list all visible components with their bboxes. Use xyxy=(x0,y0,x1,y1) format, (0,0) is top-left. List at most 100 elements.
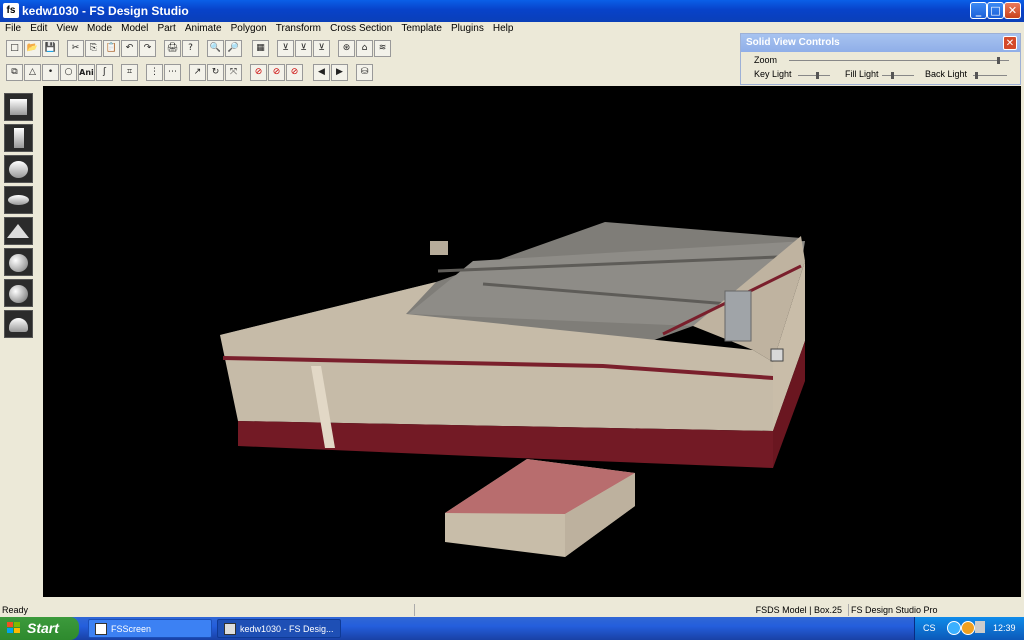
zoom-out-icon[interactable]: 🔎 xyxy=(225,40,242,57)
point-icon[interactable]: • xyxy=(42,64,59,81)
start-button[interactable]: Start xyxy=(0,617,79,640)
no-x-icon[interactable]: ⊘ xyxy=(250,64,267,81)
chimney xyxy=(430,241,448,255)
menu-model[interactable]: Model xyxy=(120,22,149,36)
zoom-slider-thumb[interactable] xyxy=(997,57,1000,64)
key-light-slider-thumb[interactable] xyxy=(816,72,820,79)
undo-icon[interactable]: ↶ xyxy=(121,40,138,57)
3d-viewport[interactable] xyxy=(43,86,1021,597)
task-fsscreen[interactable]: FSScreen xyxy=(88,619,212,638)
menu-animate[interactable]: Animate xyxy=(184,22,223,36)
menu-plugins[interactable]: Plugins xyxy=(450,22,485,36)
solid-view-controls-title: Solid View Controls xyxy=(746,37,840,48)
network-icon[interactable] xyxy=(947,621,961,635)
back-light-label: Back Light xyxy=(925,69,968,79)
menu-template[interactable]: Template xyxy=(400,22,443,36)
cube-tool[interactable] xyxy=(4,93,33,121)
help-icon[interactable]: ? xyxy=(182,40,199,57)
print-icon[interactable]: 🖨 xyxy=(164,40,181,57)
menu-part[interactable]: Part xyxy=(156,22,176,36)
fill-light-slider[interactable] xyxy=(882,75,914,76)
menu-view[interactable]: View xyxy=(55,22,79,36)
geosphere2-tool[interactable] xyxy=(4,279,33,307)
integral-icon[interactable]: ʃ xyxy=(96,64,113,81)
app-icon: fs xyxy=(3,3,19,18)
close-button[interactable]: ✕ xyxy=(1004,2,1021,19)
no-z-icon[interactable]: ⊘ xyxy=(286,64,303,81)
rooftop-unit xyxy=(724,290,752,342)
axis-x-icon[interactable]: ⊻ xyxy=(277,40,294,57)
app-icon xyxy=(224,623,236,635)
rotate-icon[interactable]: ↻ xyxy=(207,64,224,81)
fill-light-label: Fill Light xyxy=(845,69,879,79)
next-icon[interactable]: ▶ xyxy=(331,64,348,81)
dotted-select-icon[interactable]: ⋮ xyxy=(146,64,163,81)
zoom-slider[interactable] xyxy=(789,60,1009,61)
copy-icon[interactable]: ⎘ xyxy=(85,40,102,57)
security-icon[interactable] xyxy=(961,621,975,635)
minimize-button[interactable]: _ xyxy=(970,2,987,19)
new-icon[interactable]: □ xyxy=(6,40,23,57)
zoom-label: Zoom xyxy=(754,55,778,65)
back-light-slider-thumb[interactable] xyxy=(975,72,979,79)
axis-y-icon[interactable]: ⊻ xyxy=(295,40,312,57)
solid-view-controls-header[interactable]: Solid View Controls ✕ xyxy=(741,34,1020,52)
ruler-icon[interactable]: ⋯ xyxy=(164,64,181,81)
fill-light-slider-thumb[interactable] xyxy=(890,72,894,79)
menu-polygon[interactable]: Polygon xyxy=(230,22,268,36)
key-light-label: Key Light xyxy=(754,69,792,79)
dome-tool[interactable] xyxy=(4,310,33,338)
axis-z-icon[interactable]: ⊻ xyxy=(313,40,330,57)
previous-icon[interactable]: ◀ xyxy=(313,64,330,81)
menu-mode[interactable]: Mode xyxy=(86,22,113,36)
redo-icon[interactable]: ↷ xyxy=(139,40,156,57)
maximize-button[interactable]: □ xyxy=(987,2,1004,19)
close-icon[interactable]: ✕ xyxy=(1003,36,1017,50)
move-icon[interactable]: ↗ xyxy=(189,64,206,81)
pyramid-tool[interactable] xyxy=(4,217,33,245)
task-label: FSScreen xyxy=(111,624,152,634)
pyramid-icon xyxy=(7,224,29,238)
tray-cs: CS xyxy=(923,623,936,633)
numbering-icon[interactable]: ⌗ xyxy=(121,64,138,81)
cylinder-tool[interactable] xyxy=(4,124,33,152)
status-model: FSDS Model | Box.25 xyxy=(414,604,846,616)
edit-toolbar: ⧉ △ • ○ Ani ʃ ⌗ ⋮ ⋯ ↗ ↻ ⤧ ⊘ ⊘ ⊘ ◀ ▶ ⛁ xyxy=(4,63,376,83)
menu-transform[interactable]: Transform xyxy=(275,22,322,36)
system-tray: CS 12:39 xyxy=(914,617,1024,640)
animate-icon[interactable]: Ani xyxy=(78,64,95,81)
cut-icon[interactable]: ✂ xyxy=(67,40,84,57)
menu-edit[interactable]: Edit xyxy=(29,22,48,36)
binoculars-icon[interactable]: ⛁ xyxy=(356,64,373,81)
circle-icon[interactable]: ○ xyxy=(60,64,77,81)
disc-tool[interactable] xyxy=(4,186,33,214)
menu-help[interactable]: Help xyxy=(492,22,515,36)
title-bar[interactable]: fs kedw1030 - FS Design Studio _ □ ✕ xyxy=(0,0,1024,22)
select-icon[interactable]: ⧉ xyxy=(6,64,23,81)
geosphere2-icon xyxy=(9,285,28,303)
key-light-slider[interactable] xyxy=(798,75,830,76)
windows-flag-icon xyxy=(7,622,21,635)
dome-icon xyxy=(9,318,28,332)
save-icon[interactable]: 💾 xyxy=(42,40,59,57)
status-edition: FS Design Studio Pro xyxy=(848,604,938,616)
menu-file[interactable]: File xyxy=(4,22,22,36)
task-fsds[interactable]: kedw1030 - FS Desig... xyxy=(217,619,341,638)
disc-icon xyxy=(8,195,29,205)
menu-cross-section[interactable]: Cross Section xyxy=(329,22,393,36)
status-ready: Ready xyxy=(2,605,29,615)
scale-icon[interactable]: ⤧ xyxy=(225,64,242,81)
cylinder-icon xyxy=(14,128,24,148)
paste-icon[interactable]: 📋 xyxy=(103,40,120,57)
triangle-icon[interactable]: △ xyxy=(24,64,41,81)
texture-icon[interactable]: ≋ xyxy=(374,40,391,57)
geosphere-tool[interactable] xyxy=(4,248,33,276)
solid-view-icon[interactable]: ⊛ xyxy=(338,40,355,57)
volume-icon[interactable] xyxy=(975,621,985,633)
open-icon[interactable]: 📂 xyxy=(24,40,41,57)
sphere-tool[interactable] xyxy=(4,155,33,183)
zoom-in-icon[interactable]: 🔍 xyxy=(207,40,224,57)
no-y-icon[interactable]: ⊘ xyxy=(268,64,285,81)
grid-icon[interactable]: ▦ xyxy=(252,40,269,57)
home-view-icon[interactable]: ⌂ xyxy=(356,40,373,57)
